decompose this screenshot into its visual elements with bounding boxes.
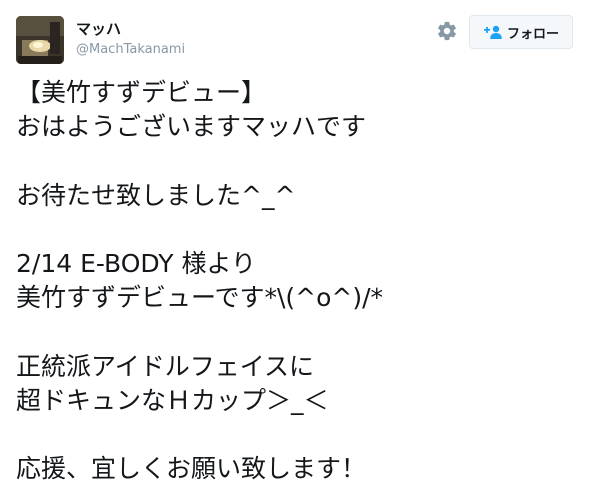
tweet-line: 正統派アイドルフェイスに [16,351,315,381]
tweet-text: 【美竹すずデビュー】 おはようございますマッハです お待たせ致しました^_^ 2… [16,76,591,486]
add-person-icon [483,24,503,40]
tweet-line: 美竹すずデビューです*\(^o^)/* [16,283,384,313]
follow-button[interactable]: フォロー [469,15,573,49]
tweet-line: 超ドキュンなＨカップ＞_＜ [16,385,329,415]
tweet-line: 【美竹すずデビュー】 [16,78,267,107]
tweet-line: おはようございますマッハです [16,112,367,142]
screen-name[interactable]: @MachTakanami [76,42,185,58]
tweet-line: 2/14 E-BODY 様より [16,248,257,278]
avatar[interactable] [16,16,64,64]
tweet-line: お待たせ致しました^_^ [16,180,296,210]
follow-button-label: フォロー [506,26,559,42]
tweet-line: 応援、宜しくお願い致します！ [16,454,367,484]
display-name[interactable]: マッハ [76,19,121,39]
profile-photo-icon [16,16,64,64]
gear-icon[interactable] [436,20,458,42]
